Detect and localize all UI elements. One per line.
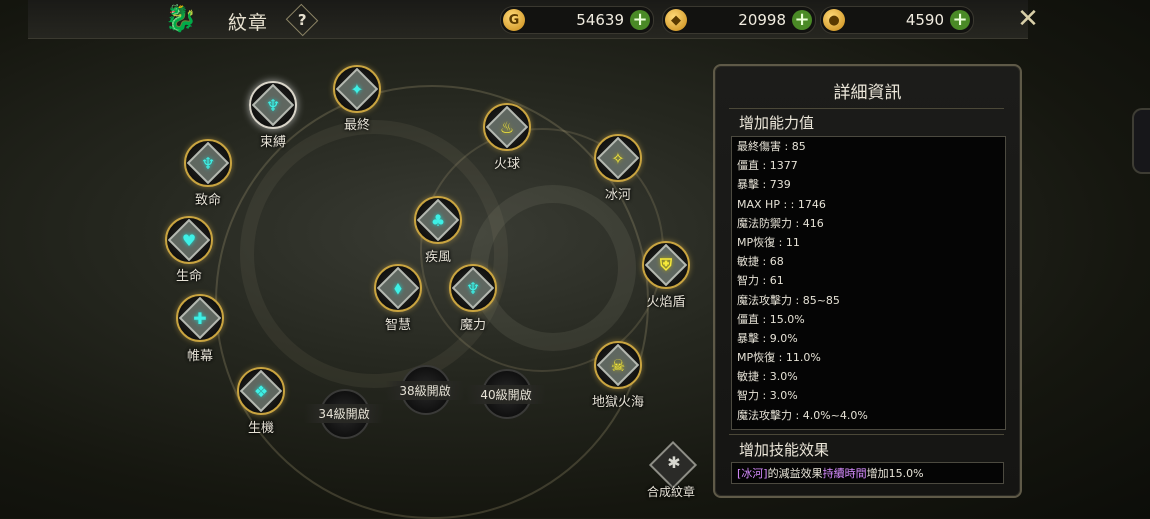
fire-shield-icon: ⛨	[659, 255, 672, 274]
stat-row: MP恢復 : 11	[737, 235, 800, 249]
close-crossed-swords-icon[interactable]: ✕	[1013, 4, 1043, 34]
emblem-node-zuizhong[interactable]: ✦	[333, 65, 381, 113]
currency-value: 54639	[576, 11, 624, 29]
currency-gold: G 54639 +	[500, 6, 654, 34]
stats-heading: 增加能力值	[739, 114, 815, 132]
emblem-label: 冰河	[604, 188, 632, 203]
panel-title: 詳細資訊	[833, 83, 902, 103]
emblem-node-shengming[interactable]: ♥	[165, 216, 213, 264]
emblem-node-zhihui[interactable]: ⬧	[374, 264, 422, 312]
stat-row: MAX HP : : 1746	[737, 197, 826, 211]
emblem-label: 帷幕	[186, 349, 214, 364]
stat-row: 魔法攻擊力 : 4.0%~4.0%	[737, 408, 868, 422]
emblem-label: 疾風	[424, 250, 452, 265]
locked-slot-label: 34級開啟	[304, 404, 384, 423]
diamond-coin-icon: ◆	[665, 9, 687, 31]
stat-row: 敏捷 : 3.0%	[737, 370, 798, 384]
stats-list[interactable]: 最終傷害 : 85 僵直 : 1377 暴擊 : 739 MAX HP : : …	[731, 136, 1006, 430]
page-title: 紋章	[228, 12, 269, 34]
vitality-icon: ❖	[253, 381, 269, 401]
background-ring-left	[240, 120, 508, 388]
emblem-label: 最終	[343, 118, 371, 133]
heart-icon: ♥	[181, 230, 197, 250]
add-gold-button[interactable]: +	[630, 10, 650, 30]
divider	[729, 108, 1004, 109]
detail-panel: 詳細資訊 增加能力值 最終傷害 : 85 僵直 : 1377 暴擊 : 739 …	[713, 64, 1022, 498]
wind-icon: ♣	[430, 210, 446, 230]
emblem-label: 地獄火海	[591, 395, 645, 410]
compose-emblem-label[interactable]: 合成紋章	[647, 483, 695, 500]
locked-slot-label: 38級開啟	[385, 381, 465, 400]
emblem-node-shengji[interactable]: ❖	[237, 367, 285, 415]
stat-row: 敏捷 : 68	[737, 255, 784, 269]
gold-coin-icon: G	[503, 9, 525, 31]
stat-row: 智力 : 61	[737, 274, 784, 288]
emblem-label: 生命	[175, 269, 203, 284]
skill-name: [冰河]	[737, 467, 768, 480]
medal-coin-icon: ●	[823, 9, 845, 31]
add-diamond-button[interactable]: +	[792, 10, 812, 30]
compose-emblem-icon: ✱	[667, 453, 681, 472]
stat-row: 智力 : 3.0%	[737, 389, 798, 403]
wisdom-icon: ⬧	[394, 278, 402, 297]
add-medal-button[interactable]: +	[950, 10, 970, 30]
emblem-node-moli[interactable]: ♆	[449, 264, 497, 312]
shield-plus-icon: ✚	[193, 308, 207, 328]
stat-row: 暴擊 : 9.0%	[737, 331, 798, 345]
emblem-node-weimu[interactable]: ✚	[176, 294, 224, 342]
emblem-label: 致命	[194, 193, 222, 208]
emblem-label: 火球	[493, 157, 521, 172]
locked-slot-label: 40級開啟	[466, 385, 546, 404]
emblem-label: 智慧	[384, 318, 412, 333]
currency-value: 4590	[905, 11, 944, 29]
blade-icon: ✦	[350, 79, 364, 99]
currency-value: 20998	[738, 11, 786, 29]
magic-icon: ♆	[465, 278, 481, 298]
currency-diamond: ◆ 20998 +	[662, 6, 816, 34]
background-ring-large	[215, 85, 649, 519]
emblem-node-jifeng[interactable]: ♣	[414, 196, 462, 244]
stat-row: 僵直 : 1377	[737, 159, 798, 173]
side-tab-handle[interactable]	[1132, 108, 1150, 174]
emblem-node-zhiming[interactable]: ♆	[184, 139, 232, 187]
stat-row: 僵直 : 15.0%	[737, 312, 805, 326]
emblem-node-diyuhuohai[interactable]: ☠	[594, 341, 642, 389]
sword-icon: ♆	[265, 95, 281, 115]
currency-medal: ● 4590 +	[820, 6, 974, 34]
skill-heading: 增加技能效果	[739, 441, 830, 459]
emblem-node-huoqiu[interactable]: ♨	[483, 103, 531, 151]
fireball-icon: ♨	[499, 117, 515, 137]
help-button[interactable]: ?	[285, 3, 319, 37]
dragon-emblem-icon: 🐉	[164, 4, 198, 34]
crit-icon: ♆	[200, 153, 216, 173]
skill-attribute: 持續時間	[822, 467, 867, 480]
emblem-node-binghe[interactable]: ✧	[594, 134, 642, 182]
emblem-node-shufu[interactable]: ♆	[249, 81, 297, 129]
top-bar: 🐉 紋章 ? G 54639 + ◆ 20998 + ● 4590 + ✕	[28, 0, 1039, 39]
ice-icon: ✧	[611, 148, 625, 168]
stat-row: 暴擊 : 739	[737, 178, 791, 192]
emblem-node-huoyandun[interactable]: ⛨	[642, 241, 690, 289]
stat-row: MP恢復 : 11.0%	[737, 351, 821, 365]
stat-row: 魔法攻擊力 : 85~85	[737, 293, 840, 307]
emblem-label: 生機	[247, 421, 275, 436]
emblem-label: 束縛	[259, 135, 287, 150]
emblem-label: 火焰盾	[646, 295, 686, 310]
skill-effect: [冰河]的減益效果持續時間增加15.0%	[731, 462, 1004, 484]
skull-fire-icon: ☠	[610, 355, 626, 375]
stat-row: 最終傷害 : 85	[737, 140, 806, 153]
divider	[729, 434, 1004, 435]
stat-row: 魔法防禦力 : 416	[737, 216, 824, 230]
emblem-label: 魔力	[459, 318, 487, 333]
